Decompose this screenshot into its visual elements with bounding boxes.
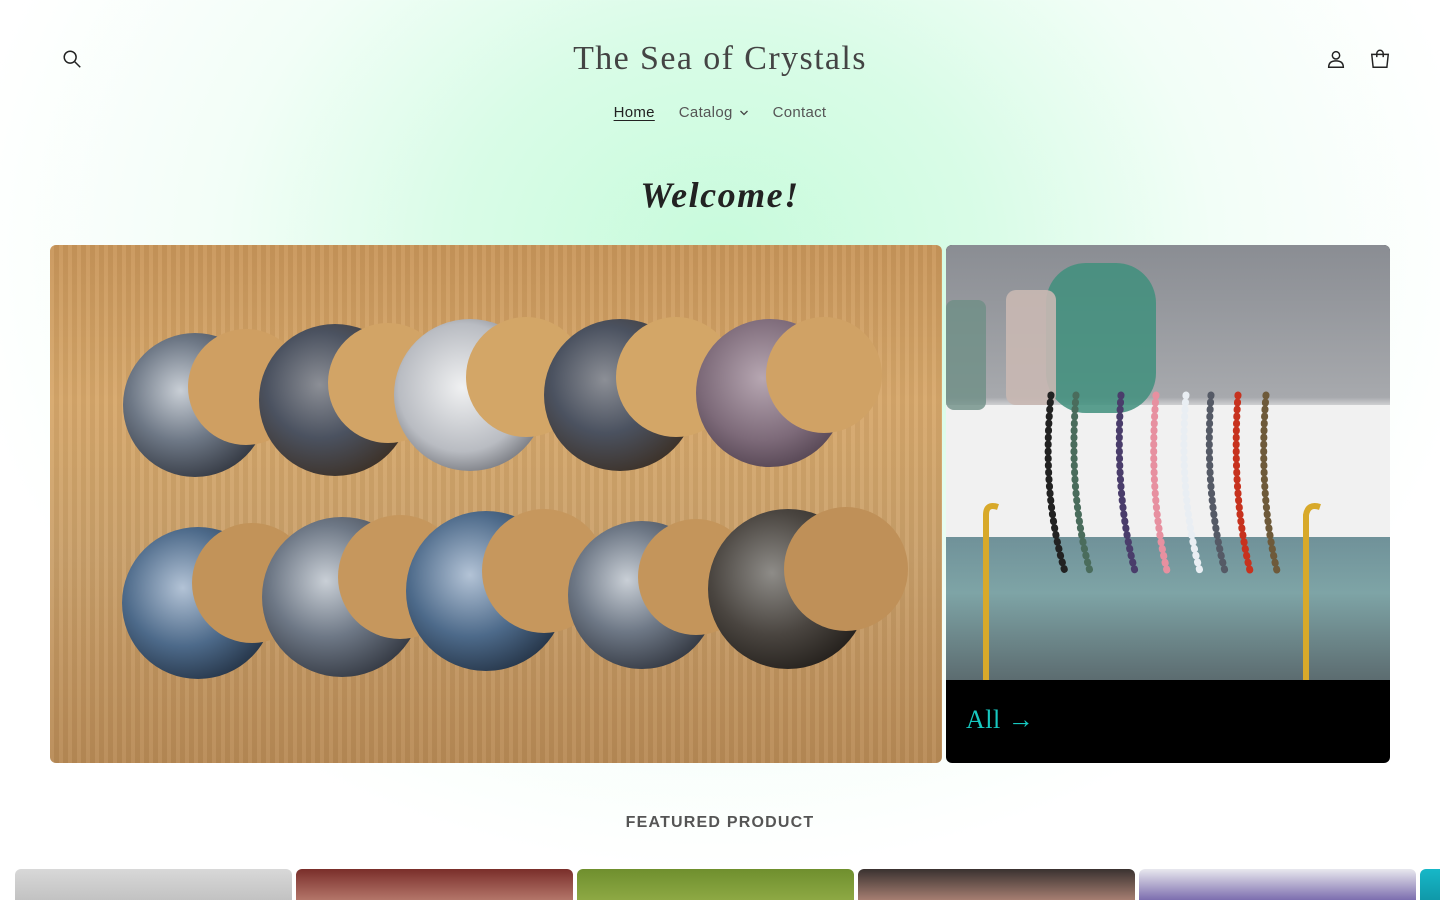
- site-header: The Sea of Crystals Home Catalog Contact: [0, 0, 1440, 140]
- nav-item-home-label: Home: [613, 104, 655, 121]
- account-button[interactable]: [1314, 37, 1358, 81]
- product-card[interactable]: [577, 869, 854, 900]
- collection-card-all[interactable]: All →: [946, 245, 1390, 763]
- nav-item-contact-label: Contact: [772, 104, 827, 121]
- bracelets-illustration: [946, 263, 1390, 680]
- product-card[interactable]: [1139, 869, 1416, 900]
- bracelet-image: [946, 245, 1390, 680]
- featured-product-strip: [15, 869, 1440, 900]
- nav-item-catalog-label: Catalog: [678, 104, 733, 121]
- collection-link-all[interactable]: All →: [966, 705, 1034, 735]
- nav-item-home[interactable]: Home: [602, 102, 667, 123]
- featured-product-heading: FEATURED PRODUCT: [625, 814, 815, 831]
- nav-item-catalog[interactable]: Catalog: [667, 102, 761, 123]
- hero-image-moons[interactable]: [50, 245, 942, 763]
- nav-item-contact[interactable]: Contact: [761, 102, 839, 123]
- product-card[interactable]: [858, 869, 1135, 900]
- product-card[interactable]: [1420, 869, 1440, 900]
- cart-button[interactable]: [1358, 37, 1402, 81]
- product-card[interactable]: [15, 869, 292, 900]
- agate-moons-illustration: [122, 317, 908, 679]
- welcome-heading: Welcome!: [640, 175, 800, 215]
- cart-icon: [1370, 49, 1390, 68]
- store-logo[interactable]: The Sea of Crystals: [0, 40, 1440, 78]
- product-card[interactable]: [296, 869, 573, 900]
- chevron-down-icon: [739, 110, 748, 115]
- account-icon: [1327, 50, 1345, 68]
- main-navigation: Home Catalog Contact: [0, 102, 1440, 123]
